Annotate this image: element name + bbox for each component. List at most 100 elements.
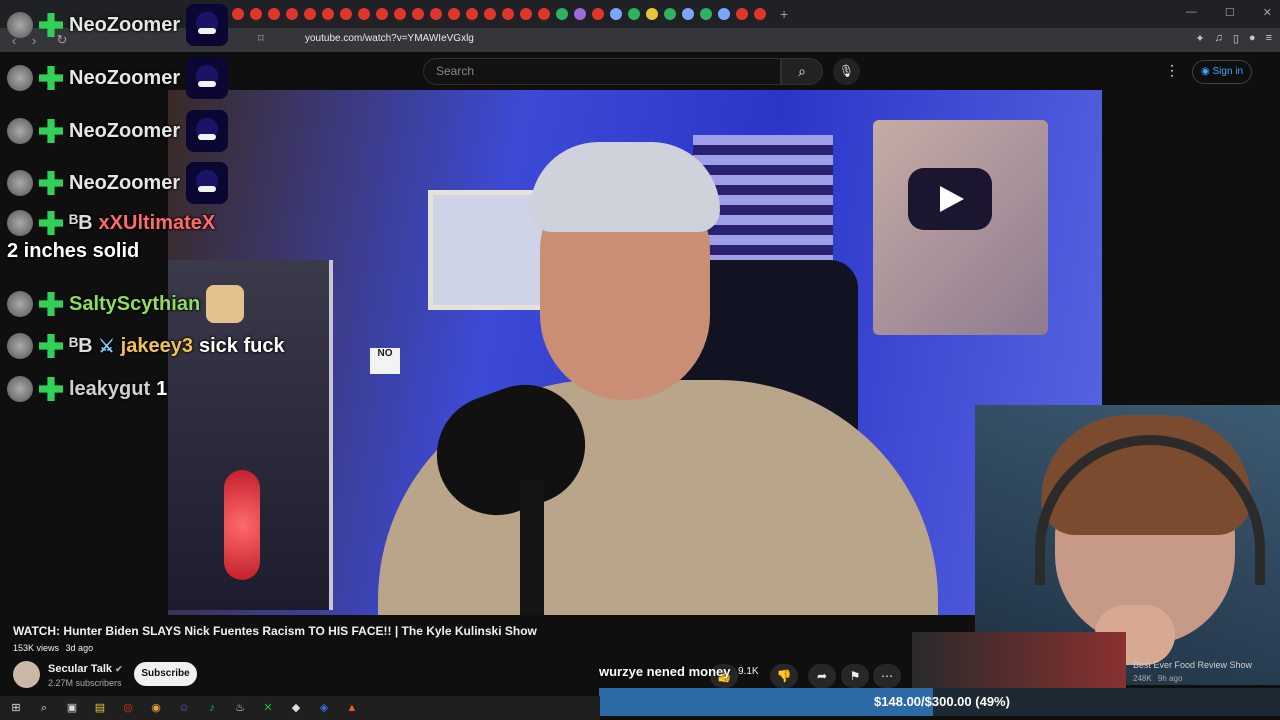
opera-icon[interactable]: ◎ [120,700,136,716]
media-icon[interactable]: ♫ [1215,32,1223,45]
chat-username: xXUltimateX [98,211,216,234]
mic-stand [520,480,544,615]
tab-favicon[interactable] [736,8,748,20]
more-actions-icon[interactable]: ⋯ [873,664,901,688]
tab-favicon[interactable] [556,8,568,20]
spotify-icon[interactable]: ♪ [204,700,220,716]
sign-in-label: Sign in [1212,66,1244,77]
tab-favicon[interactable] [466,8,478,20]
tab-favicon[interactable] [448,8,460,20]
task-view-icon[interactable]: ▣ [64,700,80,716]
tab-favicon[interactable] [718,8,730,20]
taskbar: ⊞ ⌕ ▣ ▤ ◎ ◉ ☺ ♪ ♨ ✕ ◆ ◈ ▲ [0,696,600,720]
sidebar-icon[interactable]: ▯ [1233,32,1239,45]
emote-icon [186,4,229,46]
more-icon[interactable]: ⋮ [1165,62,1179,79]
extensions-bar: ✦ ♫ ▯ ● ≡ [1195,32,1272,45]
xbox-icon[interactable]: ✕ [260,700,276,716]
recommended-meta: 248K 9h ago [1133,674,1182,683]
emote-icon [186,110,229,152]
dislike-icon[interactable]: 👎 [770,664,798,688]
ea-icon[interactable]: ◈ [316,700,332,716]
channel-name-text: Secular Talk [48,663,112,675]
chat-avatar [7,376,33,402]
sword-badge-icon: ⚔ [98,335,115,356]
voice-search-button[interactable]: 🎙 [833,58,860,85]
moderator-badge-icon [39,211,63,235]
moderator-badge-icon [39,119,63,143]
moderator-badge-icon [39,292,63,316]
save-icon[interactable]: ⚑ [841,664,869,688]
upload-age: 3d ago [65,643,94,653]
brave-icon[interactable]: ▲ [344,700,360,716]
recommended-views: 248K [1133,674,1152,683]
tab-favicon[interactable] [646,8,658,20]
maximize-icon[interactable]: ☐ [1225,6,1235,19]
tab-favicon[interactable] [412,8,424,20]
tab-favicon[interactable] [592,8,604,20]
chat-avatar [7,291,33,317]
like-count: 9.1K [738,666,759,677]
recommended-title[interactable]: Best Ever Food Review Show [1133,660,1252,670]
tab-favicon[interactable] [628,8,640,20]
minimize-icon[interactable]: — [1186,6,1197,19]
tab-favicon[interactable] [520,8,532,20]
tab-favicon[interactable] [484,8,496,20]
chat-message: ᴮB ⚔ jakeey3 sick fuck [7,333,285,359]
youtube-play-icon [908,168,992,230]
chat-avatar [7,118,33,144]
close-icon[interactable]: ✕ [1263,6,1272,19]
chat-message: NeoZoomer [7,57,229,99]
verified-icon: ✔ [115,664,123,674]
chat-text: 1 [156,377,168,400]
share-icon[interactable]: ➦ [808,664,836,688]
tab-favicon[interactable] [700,8,712,20]
chat-message: NeoZoomer [7,110,229,152]
steam-icon[interactable]: ♨ [232,700,248,716]
search-input[interactable]: Search [423,58,781,85]
tab-favicon[interactable] [664,8,676,20]
discord-icon[interactable]: ☺ [176,700,192,716]
video-title: WATCH: Hunter Biden SLAYS Nick Fuentes R… [13,624,537,638]
search-button[interactable]: ⌕ [781,58,823,85]
windows-icon[interactable]: ⊞ [8,700,24,716]
tab-favicon[interactable] [682,8,694,20]
chat-message: NeoZoomer [7,4,229,46]
tab-favicon[interactable] [376,8,388,20]
tab-favicon[interactable] [538,8,550,20]
chat-username: NeoZoomer [69,66,181,89]
tab-favicon[interactable] [394,8,406,20]
tab-favicon[interactable] [502,8,514,20]
app-icon[interactable]: ◆ [288,700,304,716]
chat-avatar [7,333,33,359]
channel-avatar[interactable] [13,661,40,688]
emote-icon [186,57,229,99]
channel-name[interactable]: Secular Talk ✔ [48,663,123,675]
search-icon[interactable]: ⌕ [36,700,52,716]
chat-text: sick fuck [198,334,285,357]
chat-avatar [7,12,33,38]
tab-favicon[interactable] [430,8,442,20]
chat-message: NeoZoomer [7,162,229,204]
lava-lamp [224,470,260,580]
chat-username: NeoZoomer [69,171,181,194]
subscribe-button[interactable]: Subscribe [134,662,197,686]
sign-in-button[interactable]: ◉ Sign in [1192,60,1253,84]
profile-icon[interactable]: ● [1249,32,1256,45]
tab-favicon[interactable] [358,8,370,20]
extensions-icon[interactable]: ✦ [1195,32,1204,45]
tab-favicon[interactable] [340,8,352,20]
chat-message: SaltyScythian [7,285,245,323]
new-tab-icon[interactable]: + [780,6,788,22]
tab-favicon[interactable] [574,8,586,20]
video-stats: 153K views 3d ago [13,643,93,653]
chat-text: 2 inches solid [7,240,140,262]
chrome-icon[interactable]: ◉ [148,700,164,716]
tab-favicon[interactable] [610,8,622,20]
no-sign: NO [370,348,400,374]
menu-icon[interactable]: ≡ [1266,32,1272,45]
search-icon: ⌕ [798,63,806,79]
tab-favicon[interactable] [754,8,766,20]
file-explorer-icon[interactable]: ▤ [92,700,108,716]
recommended-thumbnail[interactable] [912,632,1126,688]
